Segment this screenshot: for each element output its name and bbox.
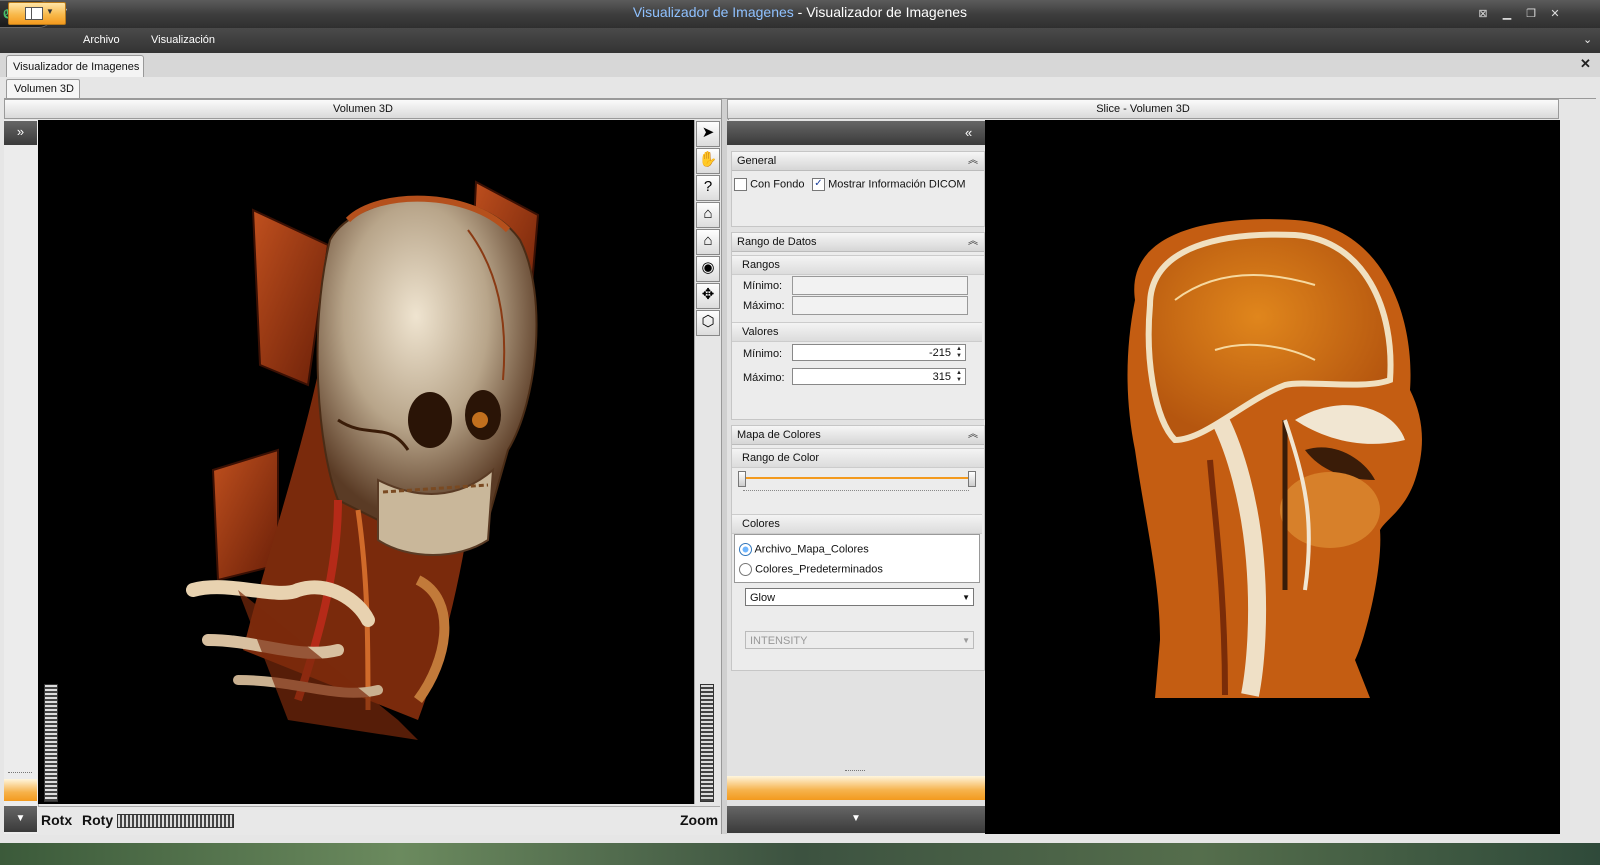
expand-sidebar-button[interactable]: » (4, 121, 37, 145)
mostrar-dicom-checkbox[interactable]: ✓ Mostrar Información DICOM (812, 178, 966, 191)
rotx-thumbwheel[interactable] (44, 684, 58, 802)
radio-archivo-mapa[interactable]: Archivo_Mapa_Colores (739, 543, 869, 556)
roty-thumbwheel[interactable] (117, 814, 234, 828)
color-range-min-handle[interactable] (738, 471, 746, 487)
valores-min-input[interactable]: -215 (792, 344, 966, 361)
radio-colores-predeterminados[interactable]: Colores_Predeterminados (739, 563, 883, 576)
con-fondo-checkbox[interactable]: Con Fondo (734, 178, 805, 191)
rangos-max-label: Máximo: (743, 300, 785, 312)
group-rango-header[interactable]: Rango de Datos ︽ (732, 233, 984, 252)
sidebar-grip[interactable] (8, 772, 32, 775)
volume-panel-header: Volumen 3D (4, 99, 722, 119)
properties-sidebar-header (727, 121, 985, 145)
rangos-subheader: Rangos (732, 255, 984, 275)
restore-layout-icon[interactable]: ⊠ (1472, 6, 1494, 22)
checkbox-checked[interactable]: ✓ (812, 178, 825, 191)
close-document-icon[interactable]: ✕ (1580, 56, 1591, 72)
roty-label: Roty (82, 812, 114, 828)
minimize-button[interactable]: ▁ (1496, 6, 1518, 22)
chevron-down-icon: ▼ (962, 636, 970, 645)
sidebar-highlight-bar[interactable] (4, 779, 37, 801)
colores-subheader: Colores (732, 514, 982, 534)
color-range-ticks (743, 490, 969, 494)
valores-max-input[interactable]: 315 (792, 368, 966, 385)
collapse-sidebar-icon[interactable]: « (965, 125, 972, 140)
help-icon[interactable]: ? (696, 175, 720, 201)
sagittal-ct-slice (1127, 219, 1422, 698)
maximize-button[interactable]: ❐ (1520, 6, 1542, 22)
menu-archivo[interactable]: Archivo (83, 34, 120, 46)
ribbon-menu-bar (0, 28, 1600, 54)
chevron-down-icon: ▼ (46, 7, 54, 16)
close-window-button[interactable]: ✕ (1544, 6, 1566, 22)
layout-menu-button[interactable]: ▼ (8, 2, 66, 25)
eye-icon[interactable]: ◉ (696, 256, 720, 282)
valores-subheader: Valores (732, 322, 982, 342)
volume-render-view[interactable] (38, 120, 694, 804)
taskbar-strip (0, 843, 1600, 865)
zoom-label: Zoom (680, 812, 719, 828)
cube-icon[interactable]: ⬡ (696, 310, 720, 336)
color-range-max-handle[interactable] (968, 471, 976, 487)
rangos-min-label: Mínimo: (743, 280, 783, 292)
group-mapa-header[interactable]: Mapa de Colores ︽ (732, 426, 984, 445)
radio-unselected-icon[interactable] (739, 563, 752, 576)
panel-layout-icon (25, 7, 43, 20)
left-collapsed-sidebar (4, 120, 39, 834)
skull-volume-render (186, 180, 540, 740)
window-title: Visualizador de Imagenes - Visualizador … (632, 4, 968, 20)
collapse-up-icon[interactable]: ︽ (968, 152, 978, 170)
valores-min-spinner-icon[interactable]: ▲ ▼ (956, 346, 962, 360)
color-range-track[interactable] (742, 477, 972, 479)
group-general-header[interactable]: General ︽ (732, 152, 984, 171)
document-tab-strip (0, 53, 1600, 78)
collapse-up-icon[interactable]: ︽ (968, 426, 978, 444)
checkbox-unchecked[interactable] (734, 178, 747, 191)
document-tab[interactable]: Visualizador de Imagenes (6, 55, 144, 78)
move-icon[interactable]: ✥ (696, 283, 720, 309)
radio-selected-icon[interactable] (739, 543, 752, 556)
tab-volumen-3d[interactable]: Volumen 3D (6, 79, 80, 100)
colormap-select[interactable]: Glow ▼ (745, 588, 974, 606)
ribbon-expand-icon[interactable]: ⌄ (1583, 33, 1592, 46)
menu-visualizacion[interactable]: Visualización (151, 34, 215, 46)
slice-panel-header: Slice - Volumen 3D (727, 99, 1559, 119)
intensity-select: INTENSITY ▼ (745, 631, 974, 649)
zoom-thumbwheel[interactable] (700, 684, 714, 802)
home-icon[interactable]: ⌂ (696, 202, 720, 228)
sidebar-bottom-chevron-icon[interactable]: ▼ (727, 806, 985, 833)
chevron-down-icon: ▼ (962, 593, 970, 602)
rotx-label: Rotx (41, 812, 73, 828)
valores-max-label: Máximo: (743, 372, 785, 384)
rangos-max-field[interactable] (792, 296, 968, 315)
home-set-icon[interactable]: ⌂ (696, 229, 720, 255)
sidebar-grip[interactable] (845, 770, 865, 773)
select-arrow-icon[interactable]: ➤ (696, 121, 720, 147)
rango-color-subheader: Rango de Color (732, 448, 984, 468)
sidebar-bottom-chevron-icon[interactable]: ▼ (4, 806, 37, 832)
hand-pan-icon[interactable]: ✋ (696, 148, 720, 174)
slice-view[interactable] (985, 120, 1560, 834)
sidebar-highlight-bar[interactable] (727, 776, 985, 800)
collapse-up-icon[interactable]: ︽ (968, 233, 978, 251)
valores-max-spinner-icon[interactable]: ▲ ▼ (956, 370, 962, 384)
rangos-min-field[interactable] (792, 276, 968, 295)
valores-min-label: Mínimo: (743, 348, 783, 360)
